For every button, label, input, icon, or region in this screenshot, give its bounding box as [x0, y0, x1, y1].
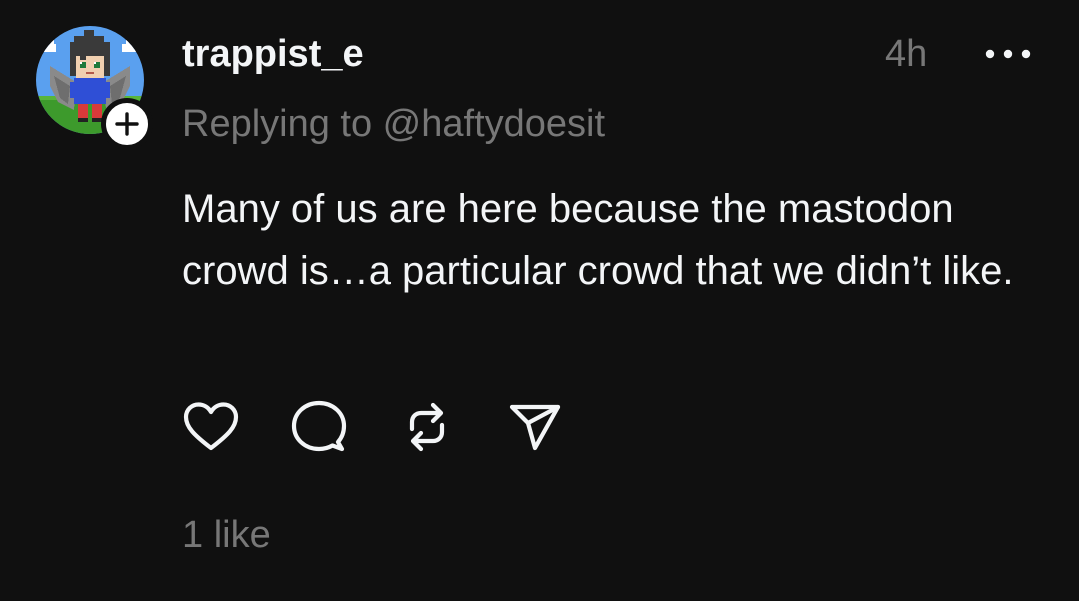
author-username[interactable]: trappist_e: [182, 33, 364, 76]
avatar-container: [36, 26, 153, 150]
more-horizontal-icon: [985, 49, 1031, 59]
replying-to: Replying to @haftydoesit: [182, 103, 605, 146]
reply-button[interactable]: [288, 396, 350, 458]
heart-icon: [183, 402, 239, 451]
like-button[interactable]: [180, 396, 242, 458]
post-card: trappist_e 4h Replying to @haftydoesit M…: [0, 0, 1079, 601]
share-button[interactable]: [504, 396, 566, 458]
send-icon: [509, 404, 561, 451]
repost-icon: [409, 402, 445, 452]
follow-button[interactable]: [101, 98, 153, 150]
more-options-button[interactable]: [982, 36, 1034, 72]
plus-icon: [115, 112, 139, 136]
post-body-text: Many of us are here because the mastodon…: [182, 187, 1014, 293]
comment-icon: [291, 400, 347, 452]
post-timestamp: 4h: [885, 33, 928, 75]
replying-to-label: Replying to: [182, 103, 383, 145]
post-actions: [180, 395, 612, 459]
replying-to-handle[interactable]: @haftydoesit: [383, 103, 605, 145]
repost-button[interactable]: [396, 396, 458, 458]
like-count[interactable]: 1 like: [182, 514, 271, 557]
